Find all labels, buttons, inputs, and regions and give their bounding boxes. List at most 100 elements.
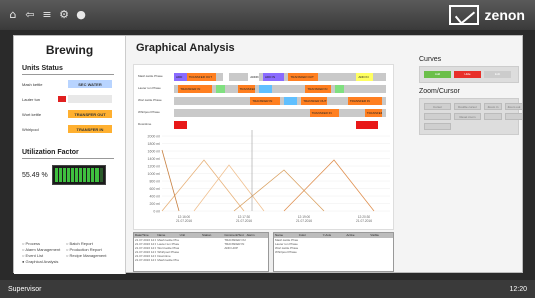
gantt-segment[interactable] xyxy=(174,121,187,129)
gauge-segment xyxy=(87,168,91,182)
gear-icon[interactable]: ⚙ xyxy=(57,8,71,22)
gantt-segment[interactable]: TRANSFER OUT xyxy=(186,73,217,81)
nav-item[interactable]: Production Report xyxy=(66,247,122,252)
nav-item[interactable]: Recipe Management xyxy=(66,253,122,258)
unit-row: Lauter tun xyxy=(22,93,125,105)
y-tick-label: 400 ml xyxy=(149,195,160,199)
gantt-segment[interactable] xyxy=(216,85,225,93)
gantt-segment[interactable]: ADD xyxy=(174,73,187,81)
gantt-row-label: Downtime xyxy=(138,122,152,126)
gauge-segment xyxy=(75,168,79,182)
zoom-button[interactable]: Cursor xyxy=(424,103,451,110)
menu-icon[interactable]: ≡ xyxy=(40,8,54,22)
gantt-segment[interactable] xyxy=(258,85,272,93)
gantt-row-label: Wort kettle Phase xyxy=(138,98,162,102)
table-cell xyxy=(322,250,346,254)
zoom-button[interactable] xyxy=(424,123,451,130)
right-controls: Curves Add Hide Edit Zoom/Cursor Cursor Dou… xyxy=(419,56,523,135)
gantt-segment[interactable] xyxy=(284,97,297,105)
gantt-segment[interactable]: ADD IN xyxy=(263,73,285,81)
brand-name: zenon xyxy=(484,7,525,23)
zoom-button[interactable]: Zoom out xyxy=(505,103,523,110)
gauge-segment xyxy=(54,168,58,182)
status-bar: Supervisor 12:20 xyxy=(0,280,535,298)
zenon-logo-icon xyxy=(448,5,479,25)
gantt-segment[interactable]: TRANSFER IN xyxy=(237,85,255,93)
y-tick-label: 800 ml xyxy=(149,180,160,184)
curves-title: Curves xyxy=(419,56,442,63)
zoom-button[interactable]: Zoom in xyxy=(484,103,502,110)
gauge-segment xyxy=(83,168,87,182)
back-icon[interactable]: ⇦ xyxy=(23,8,37,22)
curve-button[interactable]: Edit xyxy=(484,71,511,78)
gantt-segment[interactable]: ADD IN xyxy=(356,73,374,81)
gantt-segment[interactable]: TRANSFER OUT xyxy=(364,109,382,117)
table-cell xyxy=(246,258,268,262)
gantt-segment[interactable]: TRANSFER IN xyxy=(309,109,340,117)
events-table[interactable]: Date/Time Name Unit Station Comment/Text Alar… xyxy=(133,232,269,272)
trend-curve xyxy=(233,169,325,212)
unit-status-badge xyxy=(68,95,112,103)
table-cell xyxy=(179,258,201,262)
trend-chart: 2000 ml 1800 ml 1600 ml 1400 ml 1200 ml 1000 … xyxy=(148,130,390,223)
gantt-track: TRANSFER IN TRANSFER IN TRANSFER IN xyxy=(174,85,386,93)
zoom-button[interactable]: Double cursor xyxy=(454,103,481,110)
home-icon[interactable]: ⌂ xyxy=(6,8,20,22)
y-tick-label: 0 ml xyxy=(153,210,160,214)
gantt-segment[interactable]: TRANSFER IN xyxy=(305,85,331,93)
clock: 12:20 xyxy=(509,285,527,293)
table-cell xyxy=(223,258,245,262)
unit-label: Wort kettle xyxy=(22,111,42,117)
gauge-segment xyxy=(95,168,99,182)
gantt-segment[interactable]: TRANSFER IN xyxy=(347,97,382,105)
gantt-segment[interactable]: TRANSFER IN xyxy=(250,97,280,105)
nav-item[interactable]: Graphical Analysis xyxy=(22,259,66,264)
zoom-button[interactable] xyxy=(505,113,523,120)
user-icon[interactable]: ● xyxy=(74,8,88,22)
gantt-segment[interactable]: ADDIN xyxy=(248,73,259,81)
curves-buttons: Add Hide Edit xyxy=(419,66,519,83)
y-tick-label: 1400 ml xyxy=(148,157,161,161)
unit-indicator xyxy=(58,126,66,132)
gauge-segment xyxy=(66,168,70,182)
utilization-value: 55.49 % xyxy=(22,171,48,179)
nav-item[interactable]: Process xyxy=(22,241,66,246)
nav-item[interactable]: Event List xyxy=(22,253,66,258)
curves-table[interactable]: Name Color Y-Axis Active Visible Mash kettle … xyxy=(273,232,394,272)
analysis-chart[interactable]: 2000 ml 1800 ml 1600 ml 1400 ml 1200 ml 1000 … xyxy=(133,64,394,230)
gantt-segment[interactable]: TRANSFER IN xyxy=(178,85,213,93)
curve-button[interactable]: Add xyxy=(424,71,451,78)
utilization-gauge-wrap: 55.49 % xyxy=(22,165,125,185)
page-title: Graphical Analysis xyxy=(136,42,235,54)
gantt-segment[interactable] xyxy=(356,121,378,129)
utilization-title: Utilization Factor xyxy=(22,149,114,159)
zoom-button[interactable] xyxy=(484,113,502,120)
gantt-segment[interactable]: TRANSFER OUT xyxy=(288,73,319,81)
gantt-row: Whirlpool Phase TRANSFER IN TRANSFER OUT xyxy=(134,109,395,117)
unit-indicator xyxy=(58,81,66,87)
gantt-segment[interactable] xyxy=(222,73,230,81)
x-tick-label: 21.07.2016 xyxy=(176,219,192,223)
table-row[interactable]: Whirlpool Phase xyxy=(274,250,393,254)
y-tick-label: 1800 ml xyxy=(148,142,161,146)
gantt-row: Lauter tun PhaseTRANSFER INTRANSFER INTR… xyxy=(134,85,395,93)
curve-button[interactable]: Hide xyxy=(454,71,481,78)
zoom-button[interactable] xyxy=(424,113,451,120)
gantt-row-label: Lauter tun Phase xyxy=(138,86,161,90)
gauge-segment xyxy=(58,168,62,182)
gantt-row-label: Mash kettle Phase xyxy=(138,74,163,78)
y-tick-label: 1200 ml xyxy=(148,165,161,169)
units-status-title: Units Status xyxy=(22,65,114,75)
gantt-track: TRANSFER IN TRANSFER OUT TRANSFER IN xyxy=(174,97,386,105)
unit-label: Lauter tun xyxy=(22,96,41,102)
table-row[interactable]: 21.07.2016 12:18:01Mash kettle Phase xyxy=(134,258,268,262)
zoom-button[interactable]: Reset zoom xyxy=(454,113,481,120)
gantt-segment[interactable]: TRANSFER OUT xyxy=(301,97,327,105)
unit-status-badge: TRANSFER OUT xyxy=(68,110,112,118)
x-tick-label: 21.07.2016 xyxy=(296,219,312,223)
table-cell: 21.07.2016 12:18:01 xyxy=(135,258,157,262)
unit-row: Whirlpool TRANSFER IN xyxy=(22,123,125,135)
nav-item[interactable]: Alarm Management xyxy=(22,247,66,252)
gantt-segment[interactable] xyxy=(335,85,344,93)
nav-item[interactable]: Batch Report xyxy=(66,241,122,246)
